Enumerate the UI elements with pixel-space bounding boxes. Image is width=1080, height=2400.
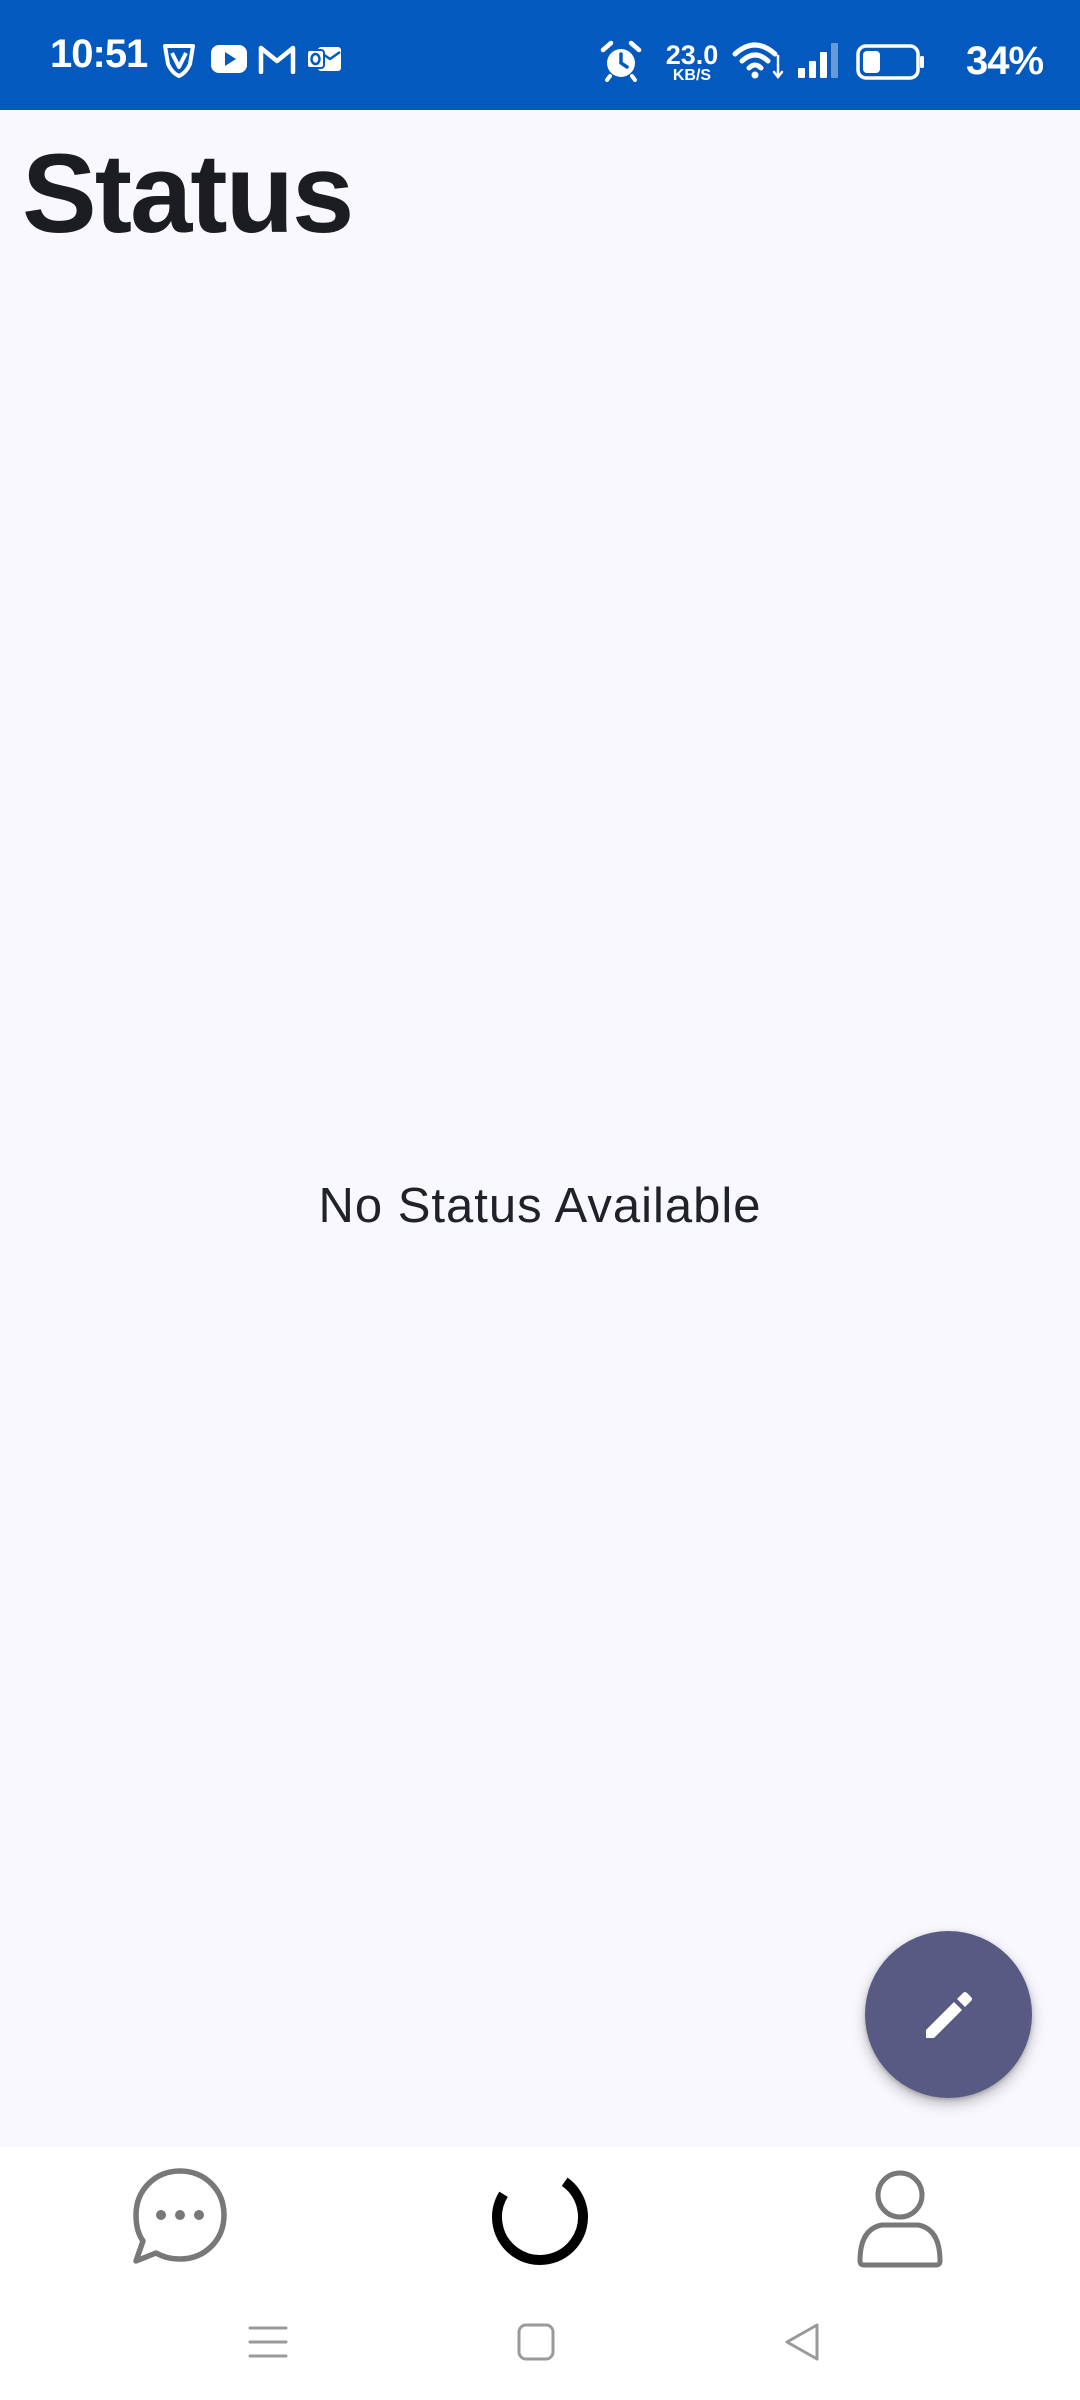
system-status-icons: 23.0 KB/S 34% <box>600 34 1080 90</box>
bottom-nav <box>0 2147 1080 2277</box>
new-status-button[interactable] <box>865 1931 1032 2098</box>
recent-apps-button[interactable] <box>228 2307 308 2377</box>
nav-profile[interactable] <box>840 2157 960 2277</box>
wifi-icon <box>732 42 784 80</box>
nav-chats[interactable] <box>120 2157 240 2277</box>
alarm-icon <box>600 40 642 82</box>
pencil-icon <box>925 1991 972 2038</box>
chat-bubble-icon <box>133 2168 227 2264</box>
system-nav-bar <box>0 2277 1080 2400</box>
gmail-icon <box>258 45 296 74</box>
menu-icon <box>248 2326 288 2358</box>
empty-state-message: No Status Available <box>318 1179 762 1233</box>
battery-icon <box>856 44 924 80</box>
status-time: 10:51 <box>50 32 148 76</box>
home-button[interactable] <box>496 2307 576 2377</box>
network-speed-unit: KB/S <box>672 67 712 84</box>
back-button[interactable] <box>762 2307 842 2377</box>
battery-percent: 34% <box>966 39 1044 83</box>
youtube-icon <box>211 45 247 73</box>
status-ring-icon <box>492 2169 588 2265</box>
home-icon <box>517 2323 555 2361</box>
person-icon <box>857 2170 943 2268</box>
network-speed: 23.0 KB/S <box>660 42 724 84</box>
network-speed-value: 23.0 <box>665 40 719 70</box>
cellular-signal-icon <box>798 43 838 78</box>
vpn-shield-icon <box>163 44 195 78</box>
nav-status[interactable] <box>480 2157 600 2277</box>
back-icon <box>785 2323 819 2361</box>
page-title: Status <box>22 131 354 256</box>
outlook-icon <box>306 47 341 71</box>
status-bar: 10:51 23.0 KB/S 34% <box>0 0 1080 110</box>
